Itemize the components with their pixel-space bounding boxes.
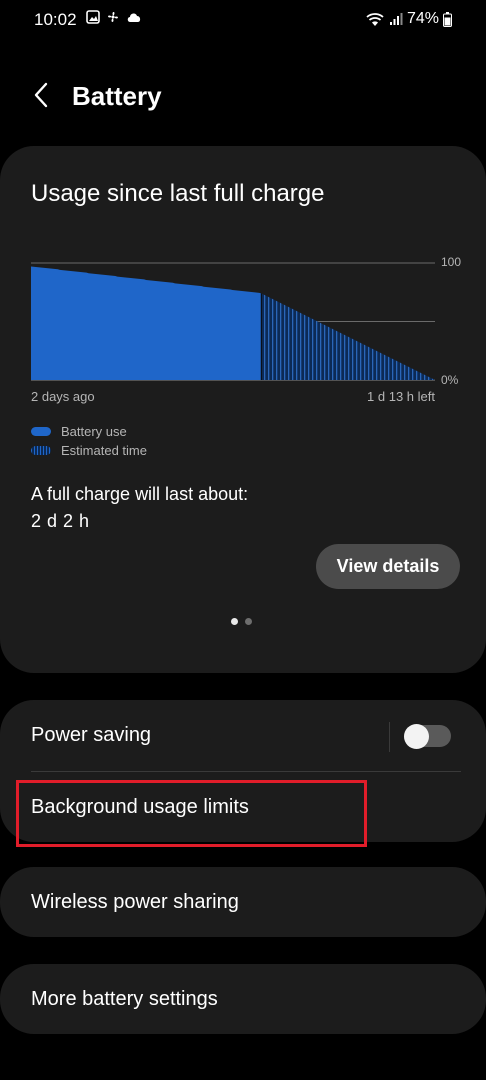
legend-item-estimated-time: Estimated time bbox=[31, 441, 147, 460]
gallery-icon bbox=[86, 10, 100, 24]
toggle-knob bbox=[404, 724, 429, 749]
cloud-icon bbox=[127, 13, 141, 22]
chart-x-left-label: 2 days ago bbox=[31, 389, 95, 404]
legend-label: Battery use bbox=[61, 424, 127, 439]
battery-usage-chart: 100 0% bbox=[31, 255, 461, 386]
page-title: Battery bbox=[72, 81, 162, 111]
status-time: 10:02 bbox=[34, 10, 77, 29]
estimated-time-area bbox=[261, 293, 435, 380]
battery-screen: 10:02 74% Battery Usage since last full … bbox=[0, 0, 486, 1080]
wireless-power-sharing-card[interactable]: Wireless power sharing bbox=[0, 867, 486, 937]
full-charge-label: A full charge will last about: bbox=[31, 484, 249, 504]
row-divider bbox=[31, 771, 461, 772]
power-saving-label[interactable]: Power saving bbox=[31, 724, 151, 747]
highlight-box bbox=[16, 780, 367, 847]
chart-y-bottom-label: 0% bbox=[441, 373, 459, 386]
legend-item-battery-use: Battery use bbox=[31, 422, 147, 441]
power-saving-toggle[interactable] bbox=[404, 724, 451, 749]
chart-x-right-label: 1 d 13 h left bbox=[367, 389, 435, 404]
status-icons-right: 74% bbox=[365, 10, 452, 28]
page-dot-active[interactable] bbox=[231, 618, 238, 625]
legend-swatch-solid bbox=[31, 427, 51, 436]
signal-icon bbox=[389, 13, 403, 25]
more-battery-settings-card[interactable]: More battery settings bbox=[0, 964, 486, 1034]
chart-y-top-label: 100 bbox=[441, 255, 461, 269]
chart-legend: Battery use Estimated time bbox=[31, 422, 147, 460]
more-battery-settings-label: More battery settings bbox=[31, 988, 218, 1010]
legend-swatch-striped bbox=[31, 446, 51, 455]
wireless-power-sharing-label: Wireless power sharing bbox=[31, 891, 239, 913]
battery-icon bbox=[443, 11, 452, 27]
view-details-button[interactable]: View details bbox=[316, 544, 460, 589]
usage-card[interactable]: Usage since last full charge 100 0% 2 da… bbox=[0, 146, 486, 673]
status-icons-left bbox=[86, 10, 142, 24]
page-dot-inactive[interactable] bbox=[245, 618, 252, 625]
battery-use-area bbox=[31, 266, 262, 380]
toggle-divider bbox=[389, 722, 390, 752]
usage-title: Usage since last full charge bbox=[31, 180, 325, 207]
power-settings-card: Power saving Background usage limits bbox=[0, 700, 486, 847]
wifi-icon bbox=[366, 13, 384, 26]
pinwheel-icon bbox=[108, 12, 118, 22]
legend-label: Estimated time bbox=[61, 443, 147, 458]
chevron-left-icon bbox=[34, 82, 48, 108]
full-charge-value: 2 d 2 h bbox=[31, 511, 90, 531]
battery-percent: 74% bbox=[406, 10, 439, 27]
status-bar: 10:02 74% bbox=[0, 0, 486, 44]
back-button[interactable] bbox=[24, 78, 58, 112]
page-indicator[interactable] bbox=[231, 618, 252, 625]
